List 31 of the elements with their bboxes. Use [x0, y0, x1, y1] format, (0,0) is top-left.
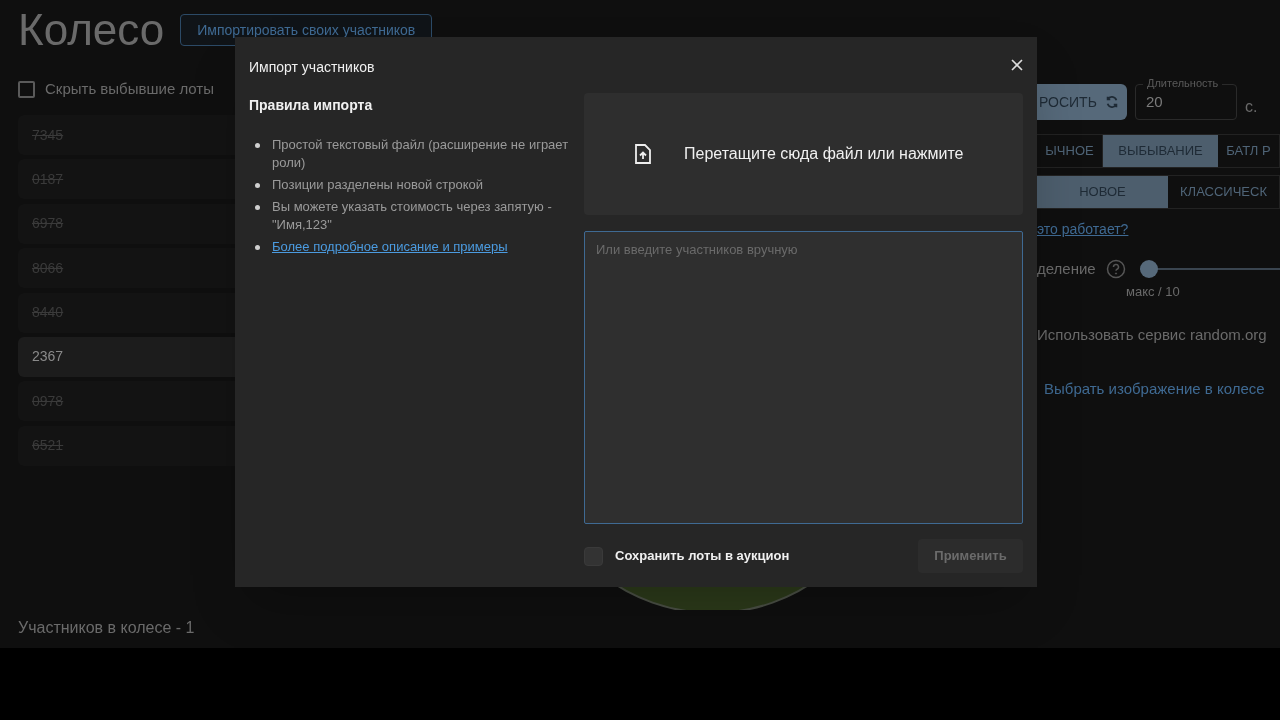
random-org-label: Использовать сервис random.org: [1037, 324, 1268, 345]
checkbox[interactable]: [18, 80, 35, 98]
slider-thumb[interactable]: [1139, 260, 1158, 278]
refresh-icon: [1104, 95, 1119, 109]
mode-tab[interactable]: ВЫБЫВАНИЕ: [1103, 135, 1218, 167]
slider-caption: макс / 10: [1126, 283, 1181, 301]
help-link[interactable]: это работает?: [1037, 219, 1129, 240]
unit-label: с.: [1245, 97, 1258, 117]
close-icon[interactable]: [1011, 59, 1023, 71]
help-icon[interactable]: [1105, 259, 1126, 279]
participants-textarea[interactable]: Или введите участников вручную: [584, 231, 1023, 524]
bullet-icon: [255, 183, 260, 188]
duration-value: 20: [1146, 91, 1163, 112]
rules-heading: Правила импорта: [249, 96, 374, 115]
field-label: Длительность: [1143, 78, 1223, 89]
slider-label: деление: [1037, 258, 1096, 279]
page-title: Колесо: [18, 8, 165, 52]
checkbox-label: Сохранить лоты в аукцион: [615, 547, 790, 566]
bullet-icon: [255, 143, 260, 148]
file-upload-icon: [634, 144, 652, 164]
dialog-title: Импорт участников: [249, 57, 375, 77]
image-link[interactable]: Выбрать изображение в колесе: [1044, 378, 1265, 401]
lot-name: 2367: [32, 347, 64, 367]
bullet-icon: [255, 205, 260, 210]
checkbox-label: Скрыть выбывшие лоты: [45, 78, 214, 99]
reset-button[interactable]: РОСИТЬ: [1037, 84, 1127, 120]
dropzone-text: Перетащите сюда файл или нажмите: [684, 144, 964, 164]
file-dropzone[interactable]: Перетащите сюда файл или нажмите: [584, 93, 1023, 215]
mode-tab[interactable]: НОВОЕ: [1037, 176, 1168, 208]
bullet-icon: [255, 245, 260, 250]
participants-count: Участников в колесе - 1: [18, 618, 196, 638]
